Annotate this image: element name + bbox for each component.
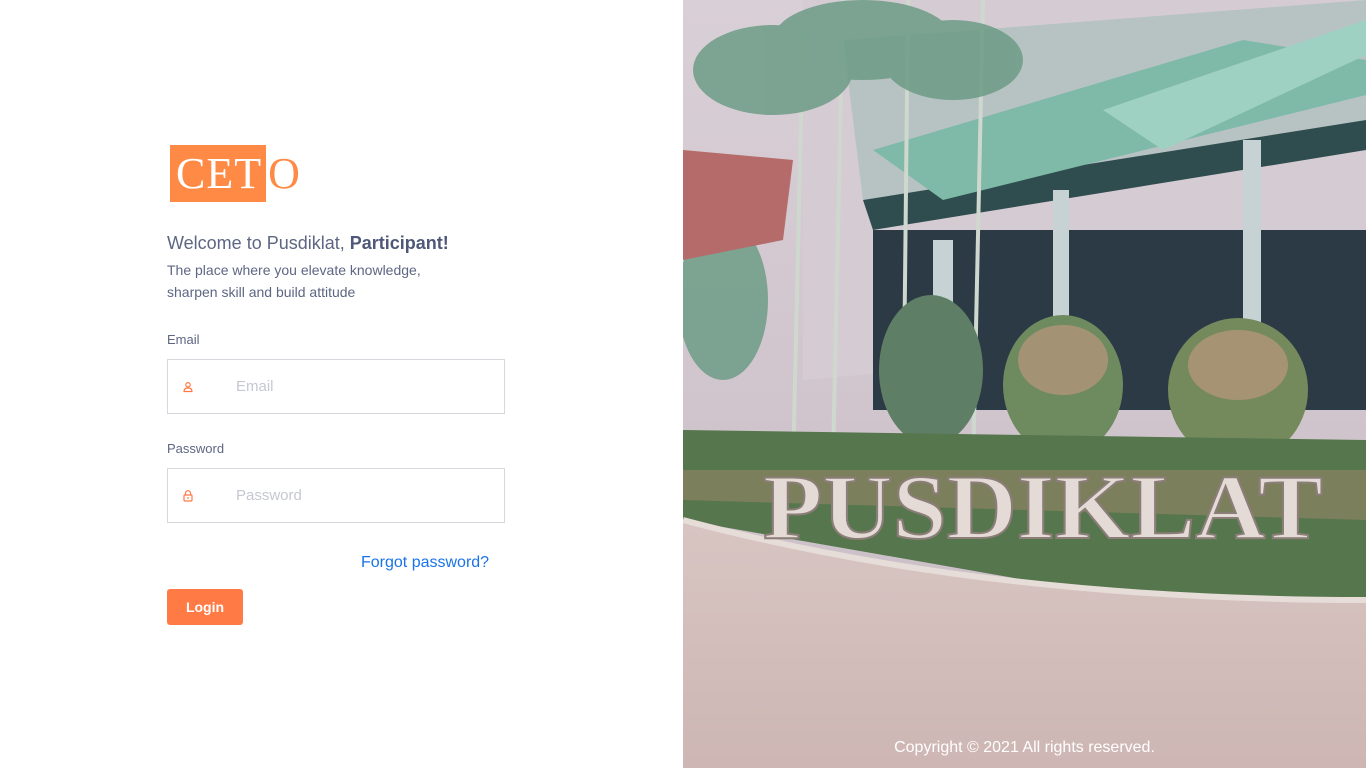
user-icon [168,381,208,393]
pusdiklat-building-illustration: PUSDIKLAT [683,0,1366,768]
forgot-password-link[interactable]: Forgot password? [361,554,489,572]
lock-icon [168,489,208,502]
welcome-heading: Welcome to Pusdiklat, Participant! [167,233,449,254]
welcome-role: Participant! [349,233,449,253]
login-button[interactable]: Login [167,589,243,625]
ceto-logo: CET O [170,145,300,202]
password-label: Password [167,441,225,456]
email-field-wrapper [167,359,505,414]
copyright-text: Copyright © 2021 All rights reserved. [894,739,1155,756]
logo-text: CET [176,148,263,198]
tagline-line-1: The place where you elevate knowledge, [167,262,421,278]
password-input[interactable] [236,487,476,504]
tagline: The place where you elevate knowledge, s… [167,259,467,303]
email-input[interactable] [236,378,476,395]
password-field-wrapper [167,468,505,523]
hero-image: PUSDIKLAT Copyright © 2021 All rights re… [683,0,1366,768]
email-label: Email [167,332,200,347]
sign-text: PUSDIKLAT [763,456,1323,558]
logo-box: CET [170,145,267,202]
tagline-line-2: sharpen skill and build attitude [167,284,356,300]
logo-tail: O [268,148,300,198]
welcome-prefix: Welcome to Pusdiklat, [167,233,350,253]
login-panel: CET O Welcome to Pusdiklat, Participant!… [0,0,683,768]
